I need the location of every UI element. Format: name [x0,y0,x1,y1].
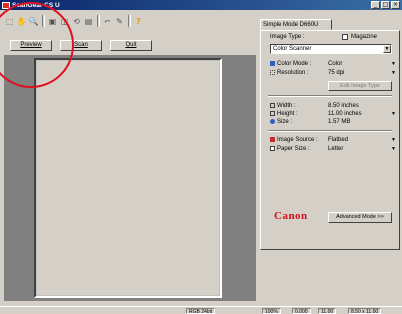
magazine-label: Magazine [351,34,378,40]
color-mode-value[interactable]: Color [328,61,342,67]
color-mode-icon [270,61,275,66]
toolbar-separator [97,15,100,27]
status-size: 8.50 x 11.00 [348,308,382,314]
status-color-mode: RGB 24bit [186,308,216,314]
divider [268,130,392,132]
height-label: Height : [270,111,298,117]
tab-simple-mode[interactable]: Simple Mode D660U [260,19,332,30]
chevron-down-icon: ▼ [383,45,391,53]
paper-size-icon [270,146,275,151]
settings-pane: Simple Mode D660U Image Type : Magazine … [258,10,402,304]
help-icon[interactable]: ? [133,16,144,27]
height-icon [270,111,275,116]
paper-size-value[interactable]: Letter [328,146,343,152]
height-value: 11.00 inches [328,111,362,117]
edit-image-type-button[interactable]: Edit Image Type [328,81,392,91]
toolbar-separator [128,15,131,27]
resolution-value[interactable]: 75 dpi [328,70,344,76]
image-source-icon [270,137,275,142]
image-type-value: Color Scanner [273,46,312,52]
rotate-icon[interactable]: ⟲ [71,16,82,27]
status-bar: RGB 24bit 100% 0.000 11.00 8.50 x 11.00 [0,306,402,314]
image-type-label: Image Type : [270,34,305,40]
color-mode-label: Color Mode : [270,61,311,67]
title-bar: ScanGear CS U _ □ × [0,0,402,10]
size-label: Size : [270,119,292,125]
preview-pane: ⬚ ✋ 🔍 ▣ ◫ ⟲ ▤ ⌐ ✎ ? Preview Scan Quit [0,2,256,302]
minimize-button[interactable]: _ [371,1,380,9]
resolution-icon [270,70,275,75]
color-mode-dropdown-icon[interactable]: ▼ [391,61,396,67]
advanced-mode-button[interactable]: Advanced Mode >> [328,212,392,223]
image-source-value[interactable]: Flatbed [328,137,348,143]
image-source-label: Image Source : [270,137,318,143]
resolution-dropdown-icon[interactable]: ▼ [391,70,396,76]
size-value: 1.57 MB [328,119,351,125]
resolution-label: Resolution : [270,70,309,76]
eyedropper-icon[interactable]: ✎ [114,16,125,27]
quit-button[interactable]: Quit [110,40,152,51]
width-icon [270,103,275,108]
canon-logo: Canon [274,210,308,222]
image-type-select[interactable]: Color Scanner ▼ [270,44,392,54]
close-button[interactable]: × [391,1,400,9]
size-icon [270,119,275,124]
divider [268,95,392,97]
status-position-y: 11.00 [318,308,337,314]
width-value: 8.50 inches [328,103,359,109]
page-icon[interactable]: ▤ [83,16,94,27]
width-label: Width : [270,103,296,109]
paper-size-dropdown-icon[interactable]: ▼ [391,146,396,152]
magazine-checkbox[interactable] [342,34,348,40]
maximize-button[interactable]: □ [381,1,390,9]
main-area: ⬚ ✋ 🔍 ▣ ◫ ⟲ ▤ ⌐ ✎ ? Preview Scan Quit Si… [0,2,402,306]
crop-icon[interactable]: ⌐ [102,16,113,27]
status-zoom: 100% [262,308,281,314]
height-dropdown-icon[interactable]: ▼ [391,111,396,117]
window-controls: _ □ × [371,1,400,9]
preview-area[interactable] [34,58,222,298]
status-position-x: 0.000 [292,308,311,314]
image-source-dropdown-icon[interactable]: ▼ [391,137,396,143]
paper-size-label: Paper Size : [270,146,310,152]
